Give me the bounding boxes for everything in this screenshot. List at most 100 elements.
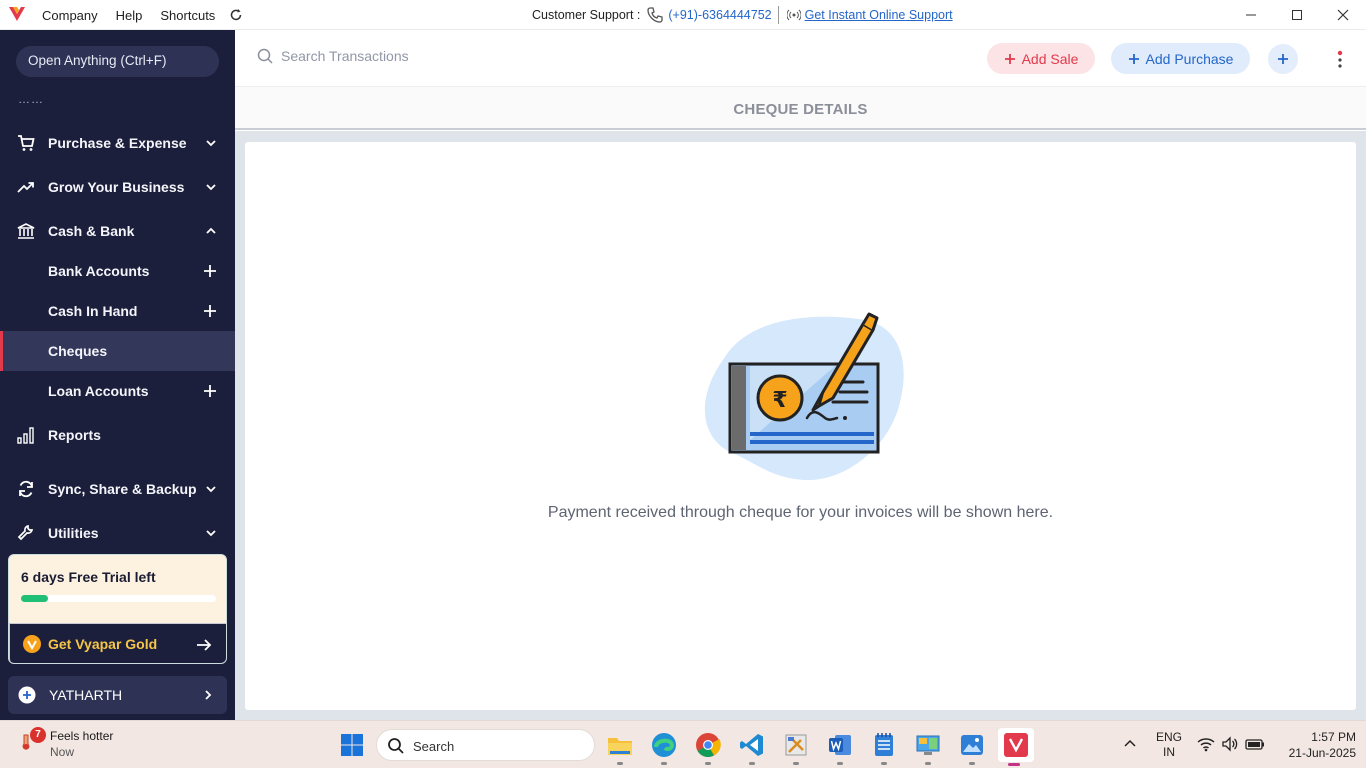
- running-indicator: [705, 762, 711, 765]
- minimize-button[interactable]: [1228, 0, 1274, 30]
- quick-add-button[interactable]: [1268, 44, 1298, 74]
- sidebar-item-reports[interactable]: Reports: [0, 415, 235, 455]
- sidebar-item-grow-business[interactable]: Grow Your Business: [0, 167, 235, 207]
- chevron-up-icon[interactable]: [1123, 737, 1137, 751]
- weather-widget[interactable]: 7 Feels hotter Now: [18, 727, 138, 763]
- edge-icon: [652, 733, 676, 757]
- volume-icon[interactable]: [1221, 736, 1239, 752]
- system-clock[interactable]: 1:57 PM 21-Jun-2025: [1276, 729, 1356, 761]
- get-gold-button[interactable]: Get Vyapar Gold: [9, 623, 226, 663]
- sidebar: Open Anything (Ctrl+F) …… Purchase & Exp…: [0, 30, 235, 720]
- sidebar-item-label: Purchase & Expense: [48, 135, 187, 151]
- weather-badge: 7: [30, 727, 46, 743]
- company-name: YATHARTH: [49, 687, 123, 703]
- vscode-app[interactable]: [736, 729, 768, 765]
- maximize-icon: [1292, 10, 1302, 20]
- search-transactions[interactable]: Search Transactions: [257, 48, 409, 64]
- cheque-details-panel: ₹ Payment received through cheque for yo…: [245, 142, 1356, 710]
- maximize-button[interactable]: [1274, 0, 1320, 30]
- file-explorer-app[interactable]: [604, 729, 636, 765]
- running-indicator: [1008, 763, 1020, 766]
- trial-progress-bar: [21, 595, 216, 602]
- refresh-icon[interactable]: [229, 8, 243, 22]
- folder-icon: [608, 738, 632, 755]
- bar-chart-icon: [17, 427, 34, 444]
- sidebar-item-cheques[interactable]: Cheques: [0, 331, 235, 371]
- add-purchase-label: Add Purchase: [1145, 50, 1234, 67]
- plus-icon[interactable]: [202, 303, 218, 319]
- edge-app[interactable]: [648, 729, 680, 765]
- sidebar-item-label: Cash In Hand: [48, 303, 138, 319]
- empty-state-message: Payment received through cheque for your…: [547, 504, 1054, 521]
- control-panel-icon: [916, 735, 940, 755]
- sidebar-item-label: Sync, Share & Backup: [48, 481, 197, 497]
- plus-icon[interactable]: [202, 383, 218, 399]
- menu-company[interactable]: Company: [42, 8, 98, 23]
- chrome-icon: [696, 733, 721, 758]
- chevron-down-icon: [206, 140, 216, 147]
- sidebar-item-cash-bank[interactable]: Cash & Bank: [0, 211, 235, 251]
- clock-date: 21-Jun-2025: [1288, 746, 1356, 760]
- add-company-icon: [18, 686, 36, 704]
- cheque-illustration-icon: ₹: [704, 312, 904, 481]
- photos-app[interactable]: [956, 729, 988, 765]
- support-phone[interactable]: (+91)-6364444752: [668, 8, 771, 22]
- weather-subtitle: Now: [50, 745, 75, 759]
- tools-app[interactable]: [780, 729, 812, 765]
- add-sale-button[interactable]: Add Sale: [987, 43, 1095, 74]
- vscode-icon: [740, 734, 763, 756]
- plus-icon: [1128, 53, 1139, 64]
- menu-shortcuts[interactable]: Shortcuts: [160, 8, 215, 23]
- company-switcher[interactable]: YATHARTH: [8, 676, 227, 714]
- clock-time: 1:57 PM: [1311, 730, 1356, 744]
- search-icon: [388, 738, 404, 754]
- notepad-app[interactable]: [868, 729, 900, 765]
- chrome-app[interactable]: [692, 729, 724, 765]
- menu-help[interactable]: Help: [116, 8, 143, 23]
- sidebar-item-purchase-expense[interactable]: Purchase & Expense: [0, 123, 235, 163]
- search-placeholder: Search Transactions: [281, 48, 409, 64]
- close-button[interactable]: [1320, 0, 1366, 30]
- sidebar-item-label: Utilities: [48, 525, 99, 541]
- chevron-down-icon: [206, 530, 216, 537]
- title-bar: Company Help Shortcuts Customer Support …: [0, 0, 1366, 30]
- plus-icon[interactable]: [202, 263, 218, 279]
- trial-card: 6 days Free Trial left Get Vyapar Gold: [8, 554, 227, 664]
- running-indicator: [617, 762, 623, 765]
- word-icon: [829, 735, 851, 755]
- sidebar-item-loan-accounts[interactable]: Loan Accounts: [0, 371, 235, 411]
- sidebar-item-sync-share-backup[interactable]: Sync, Share & Backup: [0, 469, 235, 509]
- wrench-icon: [17, 524, 34, 541]
- close-icon: [1337, 9, 1349, 21]
- control-panel-app[interactable]: [912, 729, 944, 765]
- taskbar-search[interactable]: Search: [376, 729, 595, 761]
- sidebar-item-bank-accounts[interactable]: Bank Accounts: [0, 251, 235, 291]
- tools-icon: [785, 734, 807, 756]
- support-label: Customer Support :: [532, 8, 641, 22]
- chevron-down-icon: [206, 184, 216, 191]
- open-anything-button[interactable]: Open Anything (Ctrl+F): [16, 46, 219, 77]
- windows-taskbar: 7 Feels hotter Now Search ENG IN 1:57 PM…: [0, 720, 1366, 768]
- vyapar-taskbar-app[interactable]: [998, 728, 1034, 766]
- running-indicator: [969, 762, 975, 765]
- sidebar-item-cash-in-hand[interactable]: Cash In Hand: [0, 291, 235, 331]
- word-app[interactable]: [824, 729, 856, 765]
- online-support-link[interactable]: Get Instant Online Support: [805, 8, 953, 22]
- running-indicator: [749, 762, 755, 765]
- vyapar-logo-icon: [9, 7, 25, 21]
- add-purchase-button[interactable]: Add Purchase: [1111, 43, 1250, 74]
- sidebar-item-label: Cash & Bank: [48, 223, 135, 239]
- running-indicator: [661, 762, 667, 765]
- gold-badge-icon: [23, 635, 41, 653]
- svg-text:₹: ₹: [772, 388, 787, 413]
- wifi-icon[interactable]: [1197, 736, 1215, 752]
- bank-icon: [17, 223, 35, 239]
- windows-start-icon[interactable]: [340, 733, 364, 757]
- arrow-right-icon: [197, 639, 212, 651]
- sidebar-item-utilities[interactable]: Utilities: [0, 513, 235, 553]
- language-indicator[interactable]: ENG IN: [1156, 730, 1182, 760]
- more-options-icon[interactable]: [1333, 48, 1347, 72]
- vyapar-app: Company Help Shortcuts Customer Support …: [0, 0, 1366, 768]
- top-bar: Search Transactions Add Sale Add Purchas…: [235, 30, 1366, 86]
- battery-icon[interactable]: [1245, 736, 1265, 752]
